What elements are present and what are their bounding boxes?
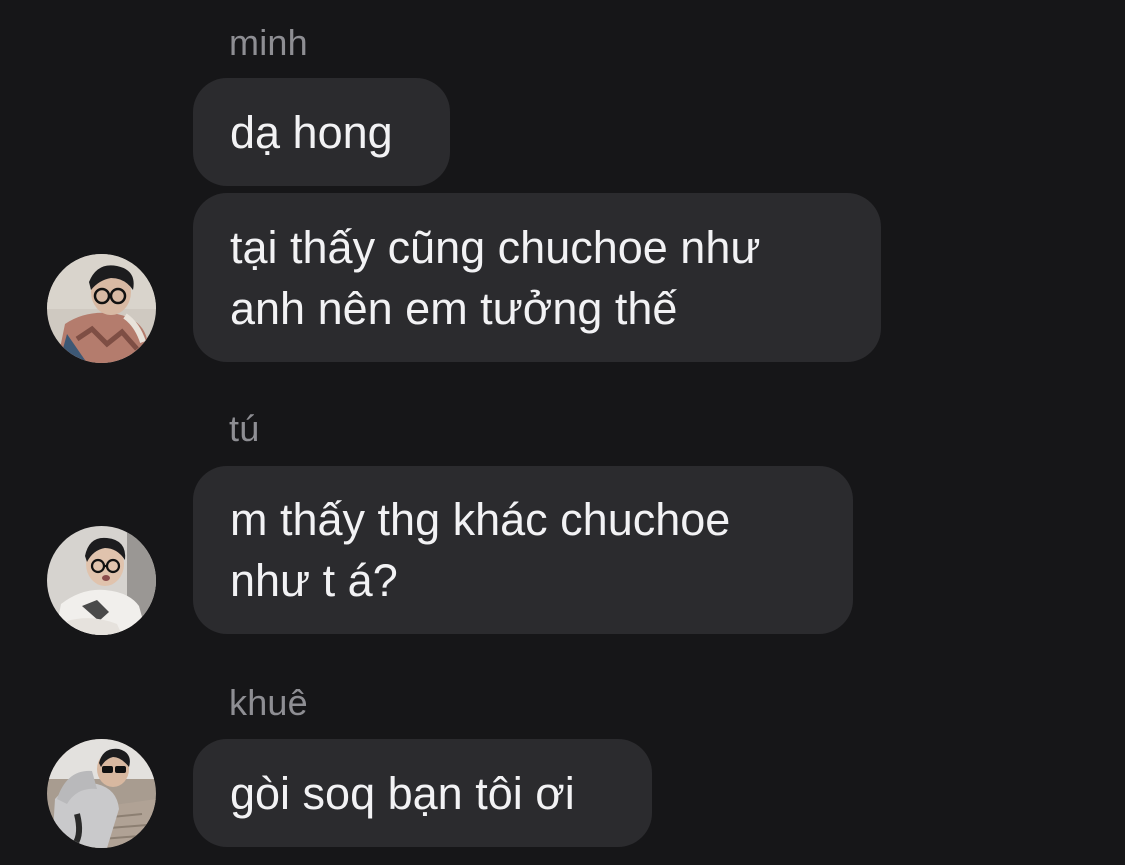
avatar-photo-minh	[47, 254, 156, 363]
message-bubble[interactable]: gòi soq bạn tôi ơi	[193, 739, 652, 847]
sender-name-minh: minh	[229, 22, 308, 63]
message-bubble[interactable]: dạ hong	[193, 78, 450, 186]
message-bubble[interactable]: tại thấy cũng chuchoe như anh nên em tưở…	[193, 193, 881, 362]
message-text: tại thấy cũng chuchoe như	[230, 221, 761, 273]
message-text: như t á?	[230, 555, 398, 606]
sender-name-tu: tú	[229, 408, 260, 449]
message-text: dạ hong	[230, 106, 393, 158]
message-text: gòi soq bạn tôi ơi	[230, 767, 575, 819]
avatar-khue[interactable]	[47, 739, 156, 848]
avatar-photo-khue	[47, 739, 156, 848]
avatar-photo-tu	[47, 526, 156, 635]
avatar-minh[interactable]	[47, 254, 156, 363]
message-bubble[interactable]: m thấy thg khác chuchoe như t á?	[193, 466, 853, 634]
sender-name-khue: khuê	[229, 682, 308, 723]
avatar-tu[interactable]	[47, 526, 156, 635]
message-text: m thấy thg khác chuchoe	[230, 494, 731, 545]
message-text: anh nên em tưởng thế	[230, 282, 678, 334]
